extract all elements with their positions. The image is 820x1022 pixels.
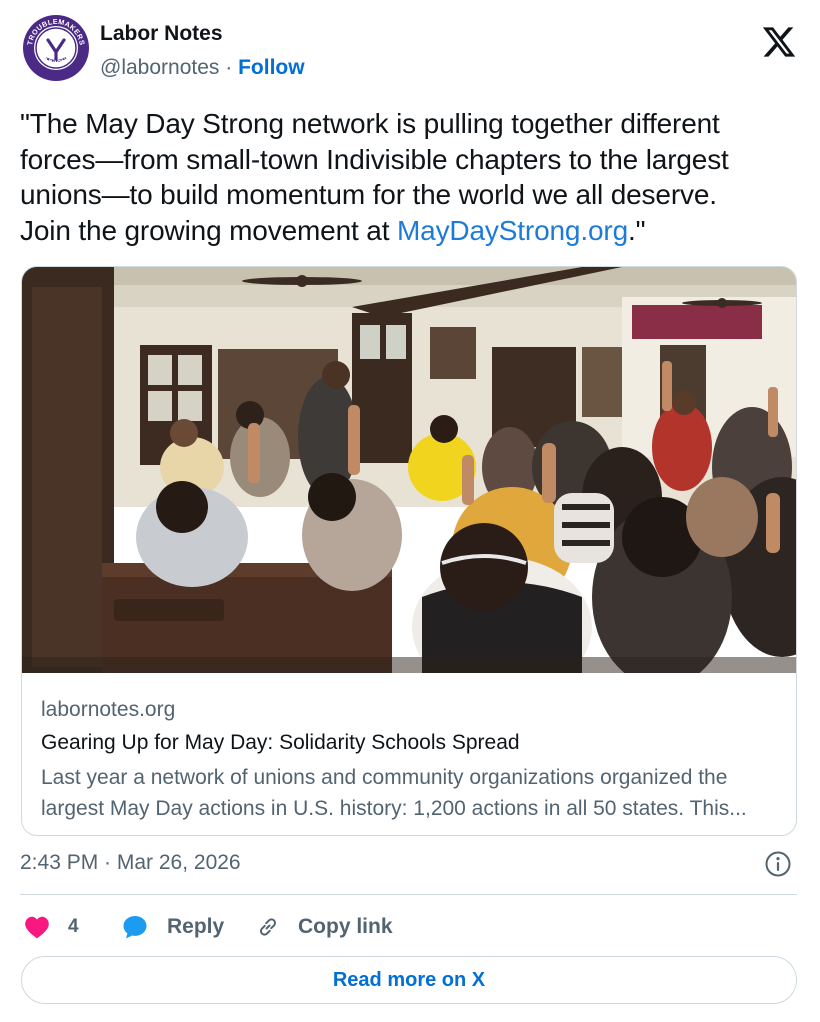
read-more-button[interactable]: Read more on X (21, 956, 797, 1004)
tweet-text-line: unions—to build momentum for the world w… (20, 179, 717, 210)
meeting-photo[interactable] (22, 267, 797, 673)
tweet-timestamp[interactable]: 2:43 PM · Mar 26, 2026 (20, 851, 241, 875)
link-card-meta: labornotes.org Gearing Up for May Day: S… (41, 697, 782, 824)
tweet-link[interactable]: MayDayStrong.org (397, 215, 628, 246)
link-card-description: Last year a network of unions and commun… (41, 762, 782, 824)
like-button[interactable]: 4 (24, 910, 79, 944)
link-card-domain: labornotes.org (41, 698, 176, 721)
link-icon (259, 918, 277, 936)
handle-separator: · (225, 56, 233, 79)
copy-link-label: Copy link (298, 915, 393, 938)
handle-row: @labornotes · Follow (100, 56, 305, 80)
tweet-text: "The May Day Strong network is pulling t… (20, 106, 805, 248)
follow-button[interactable]: Follow (238, 56, 305, 79)
divider (20, 894, 797, 895)
tweet-actions: 4 Reply Copy link (20, 910, 797, 944)
link-card-title[interactable]: Gearing Up for May Day: Solidarity Schoo… (41, 730, 782, 756)
tweet-text-line: forces—from small-town Indivisible chapt… (20, 143, 729, 175)
tweet-text-segment: Join the growing movement at (20, 214, 397, 246)
link-preview-card[interactable]: labornotes.org Gearing Up for May Day: S… (21, 266, 797, 836)
tweet-text-segment: ." (628, 214, 646, 246)
link-card-description-line: largest May Day actions in U.S. history:… (41, 797, 747, 820)
reply-icon (123, 916, 147, 939)
copy-link-button[interactable]: Copy link (256, 910, 393, 944)
tweet-text-line: "The May Day Strong network is pulling t… (20, 108, 720, 139)
tweet-header: TROUBLEMAKERS UNION Labor Notes @laborno… (22, 10, 798, 86)
author-name[interactable]: Labor Notes (100, 22, 223, 46)
reply-button[interactable]: Reply (121, 910, 224, 944)
author-handle[interactable]: @labornotes (100, 56, 219, 79)
link-card-description-line: Last year a network of unions and commun… (41, 766, 728, 789)
tweet-text-line: Join the growing movement at MayDayStron… (20, 213, 805, 249)
tweet-embed-card: TROUBLEMAKERS UNION Labor Notes @laborno… (0, 0, 820, 1022)
info-icon[interactable] (764, 850, 792, 878)
x-logo-icon[interactable] (760, 24, 798, 60)
avatar[interactable]: TROUBLEMAKERS UNION (22, 14, 90, 82)
like-count: 4 (68, 916, 79, 937)
reply-label: Reply (167, 915, 225, 938)
heart-icon (25, 916, 49, 939)
